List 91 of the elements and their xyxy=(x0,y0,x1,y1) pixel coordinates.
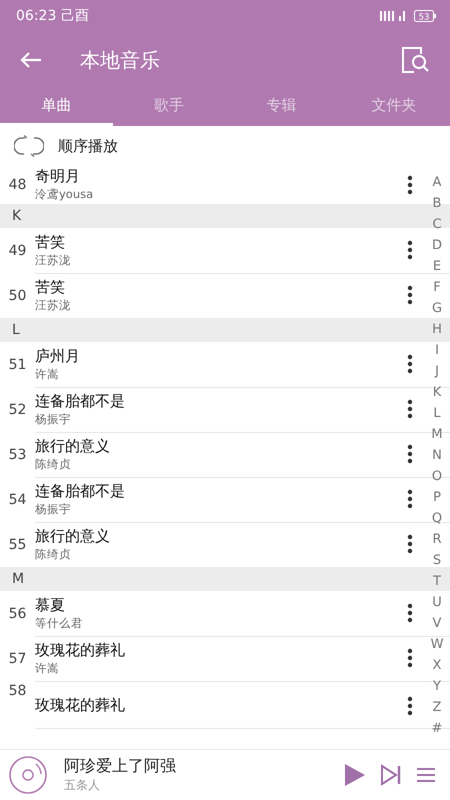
song-title[interactable]: 旅行的意义 xyxy=(35,436,407,456)
song-title[interactable]: 玫瑰花的葬礼 xyxy=(35,640,407,660)
song-title[interactable]: 连备胎都不是 xyxy=(35,392,407,410)
track-number: 57 xyxy=(8,650,28,666)
index-letter[interactable]: U xyxy=(432,592,442,613)
index-letter[interactable]: C xyxy=(432,214,442,235)
song-title[interactable]: 奇明月 xyxy=(35,167,407,186)
repeat-icon[interactable] xyxy=(14,134,44,158)
song-title[interactable]: 旅行的意义 xyxy=(35,526,407,546)
page-title: 本地音乐 xyxy=(80,46,161,74)
playlist-icon[interactable] xyxy=(416,766,436,784)
disc-icon[interactable] xyxy=(8,755,48,795)
section-letter: L xyxy=(12,322,20,338)
song-artist: 杨振宇 xyxy=(35,412,72,426)
tab[interactable]: 单曲 xyxy=(0,88,112,126)
song-artist: 陈绮贞 xyxy=(35,456,72,472)
index-letter[interactable]: V xyxy=(432,613,442,634)
song-artist: 许嵩 xyxy=(35,660,60,676)
more-icon[interactable] xyxy=(407,534,413,554)
battery-icon: 53 xyxy=(414,10,436,22)
track-number: 53 xyxy=(8,446,28,462)
index-letter[interactable]: X xyxy=(432,655,442,676)
index-letter[interactable]: W xyxy=(430,634,444,655)
more-icon[interactable] xyxy=(407,444,413,464)
play-icon[interactable] xyxy=(344,763,366,787)
index-letter[interactable]: H xyxy=(432,319,442,340)
track-number: 48 xyxy=(8,177,28,193)
more-icon[interactable] xyxy=(407,240,413,260)
song-artist: 杨振宇 xyxy=(35,502,72,516)
song-title[interactable]: 连备胎都不是 xyxy=(35,482,407,500)
more-icon[interactable] xyxy=(407,696,413,716)
signal-icon xyxy=(380,11,406,21)
index-letter[interactable]: S xyxy=(432,550,442,571)
index-letter[interactable]: R xyxy=(432,529,442,550)
track-number: 51 xyxy=(8,356,28,372)
song-title[interactable]: 苦笑 xyxy=(35,232,407,252)
more-icon[interactable] xyxy=(407,648,413,668)
section-letter: M xyxy=(12,571,24,587)
index-letter[interactable]: Z xyxy=(432,697,442,718)
more-icon[interactable] xyxy=(407,174,413,194)
index-letter[interactable]: J xyxy=(435,361,439,382)
index-letter[interactable]: G xyxy=(432,298,442,319)
song-artist: 汪苏泷 xyxy=(35,298,72,312)
tab[interactable]: 歌手 xyxy=(112,88,225,126)
back-icon[interactable] xyxy=(20,51,42,69)
song-title[interactable]: 慕夏 xyxy=(35,596,407,614)
more-icon[interactable] xyxy=(407,399,413,419)
now-playing-artist: 五条人 xyxy=(64,777,101,794)
index-letter[interactable]: T xyxy=(433,571,441,592)
now-playing-title: 阿珍爱上了阿强 xyxy=(64,756,177,777)
index-letter[interactable]: B xyxy=(432,193,442,214)
index-letter[interactable]: N xyxy=(432,445,442,466)
search-icon[interactable] xyxy=(400,46,430,74)
more-icon[interactable] xyxy=(407,603,413,623)
index-letter[interactable]: M xyxy=(431,424,443,445)
track-number: 54 xyxy=(8,492,28,508)
play-mode-label[interactable]: 顺序播放 xyxy=(58,136,118,156)
index-letter[interactable]: F xyxy=(433,277,441,298)
track-number: 55 xyxy=(8,536,28,552)
index-letter[interactable]: I xyxy=(435,340,439,361)
index-letter[interactable]: P xyxy=(433,487,441,508)
song-title[interactable]: 玫瑰花的葬礼 xyxy=(35,696,407,715)
tab[interactable]: 文件夹 xyxy=(338,88,450,126)
song-artist: 泠鸢yousa xyxy=(35,187,94,202)
song-title[interactable]: 苦笑 xyxy=(35,278,407,296)
track-number: 58 xyxy=(8,683,28,699)
status-time: 06:23 己酉 xyxy=(16,7,89,25)
index-letter[interactable]: E xyxy=(432,256,442,277)
index-letter[interactable]: Q xyxy=(432,508,442,529)
song-artist: 等什么君 xyxy=(35,616,84,630)
track-number: 49 xyxy=(8,242,28,258)
song-title[interactable]: 庐州月 xyxy=(35,346,407,366)
song-artist: 陈绮贞 xyxy=(35,546,72,562)
track-number: 52 xyxy=(8,402,28,418)
next-icon[interactable] xyxy=(380,764,402,786)
tab[interactable]: 专辑 xyxy=(225,88,338,126)
more-icon[interactable] xyxy=(407,354,413,374)
song-artist: 汪苏泷 xyxy=(35,252,72,268)
more-icon[interactable] xyxy=(407,285,413,305)
index-letter[interactable]: L xyxy=(433,403,441,424)
song-artist: 许嵩 xyxy=(35,366,60,382)
index-letter[interactable]: D xyxy=(432,235,442,256)
index-letter[interactable]: K xyxy=(432,382,442,403)
more-icon[interactable] xyxy=(407,489,413,509)
track-number: 50 xyxy=(8,288,28,304)
index-letter[interactable]: A xyxy=(432,172,442,193)
section-letter: K xyxy=(12,208,22,224)
track-number: 56 xyxy=(8,606,28,622)
index-letter[interactable]: # xyxy=(432,718,442,739)
index-letter[interactable]: Y xyxy=(433,676,441,697)
index-letter[interactable]: O xyxy=(432,466,442,487)
